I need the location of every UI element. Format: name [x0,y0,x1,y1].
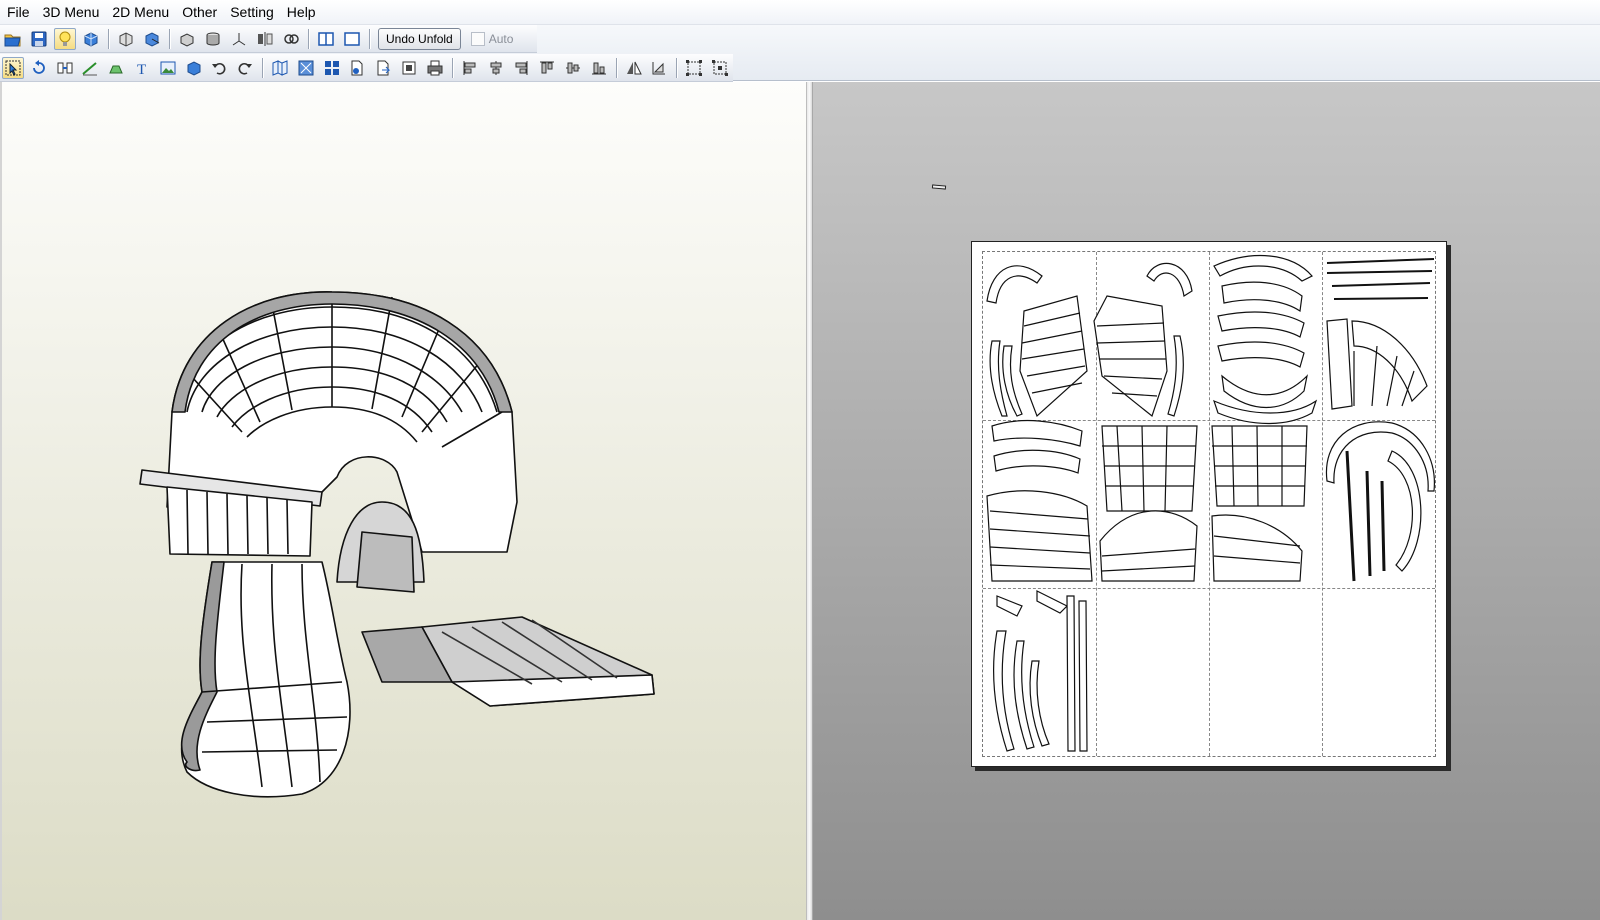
redo-icon[interactable] [234,57,256,79]
axis-icon[interactable] [228,28,250,50]
flip-h-icon[interactable] [623,57,645,79]
rotate-model-icon[interactable] [115,28,137,50]
menu-setting[interactable]: Setting [223,0,280,25]
menu-other[interactable]: Other [175,0,223,25]
fit-icon[interactable] [295,57,317,79]
line-icon[interactable] [79,57,101,79]
cube-icon[interactable] [183,57,205,79]
auto-label: Auto [488,31,514,46]
flip-v-icon[interactable] [648,57,670,79]
align-right-icon[interactable] [510,57,532,79]
page-export-icon[interactable] [372,57,394,79]
separator [451,57,453,78]
menu-3d[interactable]: 3D Menu [36,0,106,25]
toolbar-top: Undo Unfold Auto [0,25,537,53]
separator [308,28,309,49]
single-view-icon[interactable] [341,28,363,50]
separator [108,28,109,49]
page-layout-icon[interactable] [269,57,291,79]
align-center-icon[interactable] [485,57,507,79]
checkbox-box[interactable] [470,31,485,46]
menu-file[interactable]: File [0,0,36,25]
box-icon[interactable] [176,28,198,50]
separator [169,28,170,49]
separator [262,57,264,78]
light-bulb-icon[interactable] [54,27,76,50]
align-top-icon[interactable] [536,57,558,79]
unfold-icon[interactable] [141,28,163,50]
ungroup-icon[interactable] [709,57,731,79]
view-splitter[interactable] [806,82,813,920]
undo-unfold-button[interactable]: Undo Unfold [378,27,461,50]
align-bottom-icon[interactable] [588,57,610,79]
page-add-icon[interactable] [347,57,369,79]
cylinder-icon[interactable] [202,28,224,50]
link-icon[interactable] [280,28,302,50]
align-middle-icon[interactable] [562,57,584,79]
separator [676,57,678,78]
join-icon[interactable] [54,57,76,79]
separator [369,28,370,49]
undo-icon[interactable] [209,57,231,79]
text-icon[interactable]: T [131,57,153,79]
flap-icon[interactable] [105,57,127,79]
image-icon[interactable] [157,57,179,79]
menu-help[interactable]: Help [280,0,322,25]
group-icon[interactable] [683,57,705,79]
arrange-icon[interactable] [321,57,343,79]
unfolded-parts[interactable] [982,251,1436,757]
mirror-icon[interactable] [254,28,276,50]
print-icon[interactable] [424,57,446,79]
helmet-3d-model[interactable] [2,82,808,920]
separator [615,57,617,78]
menu-bar: File 3D Menu 2D Menu Other Setting Help [0,0,1600,25]
viewport-3d[interactable] [0,82,806,920]
rotate-part-icon[interactable] [28,57,50,79]
select-icon[interactable] [2,56,24,79]
align-left-icon[interactable] [459,57,481,79]
svg-text:T: T [137,62,146,77]
split-view-icon[interactable] [315,28,337,50]
save-icon[interactable] [28,28,50,50]
texture-icon[interactable] [80,28,102,50]
open-icon[interactable] [2,28,24,50]
menu-2d[interactable]: 2D Menu [105,0,175,25]
toolbar-bottom: T [0,54,733,82]
auto-checkbox[interactable]: Auto [470,31,514,46]
print-setup-icon[interactable] [398,57,420,79]
